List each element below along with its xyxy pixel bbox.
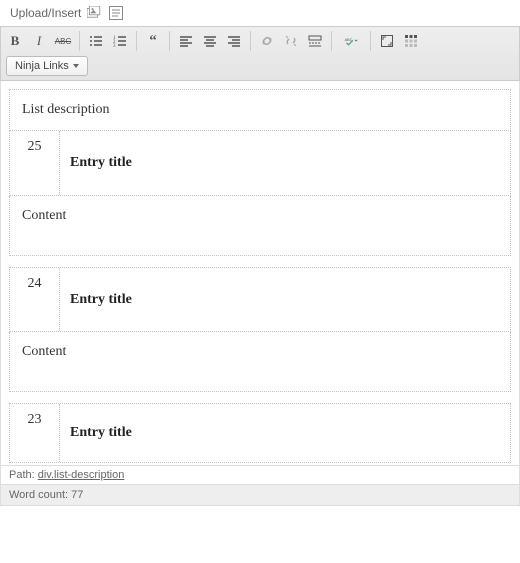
unlink-button[interactable] — [280, 30, 302, 52]
entry-number: 24 — [10, 268, 60, 331]
separator — [250, 31, 251, 51]
entry-title: Entry title — [60, 268, 510, 331]
path-bar: Path: div.list-description — [0, 465, 520, 484]
blockquote-button[interactable]: “ — [142, 30, 164, 52]
bold-button[interactable]: B — [4, 30, 26, 52]
toolbar-row-1: B I ABC 123 “ ABC — [4, 30, 516, 52]
link-button[interactable] — [256, 30, 278, 52]
list-description-text: List description — [22, 102, 110, 117]
kitchensink-button[interactable] — [400, 30, 422, 52]
content-box[interactable]: Content — [9, 332, 511, 392]
align-center-button[interactable] — [199, 30, 221, 52]
upload-insert-row: Upload/Insert — [0, 0, 520, 26]
ninja-links-dropdown[interactable]: Ninja Links — [6, 56, 88, 76]
ninja-links-label: Ninja Links — [15, 60, 69, 72]
entry-number: 25 — [10, 131, 60, 195]
path-value[interactable]: div.list-description — [38, 469, 125, 481]
word-count-bar: Word count: 77 — [0, 484, 520, 506]
chevron-down-icon — [73, 64, 79, 68]
entry-title: Entry title — [60, 131, 510, 195]
fullscreen-button[interactable] — [376, 30, 398, 52]
upload-insert-label: Upload/Insert — [10, 6, 81, 20]
list-description-box[interactable]: List description — [9, 89, 511, 131]
align-right-button[interactable] — [223, 30, 245, 52]
content-label: Content — [22, 344, 66, 359]
toolbar-row-2: Ninja Links — [4, 54, 516, 77]
entry-row[interactable]: 25 Entry title — [9, 131, 511, 196]
path-prefix: Path: — [9, 469, 38, 481]
word-count-value: 77 — [71, 489, 83, 501]
word-count-prefix: Word count: — [9, 489, 71, 501]
entry-row[interactable]: 24 Entry title — [9, 267, 511, 332]
strike-button[interactable]: ABC — [52, 30, 74, 52]
separator — [79, 31, 80, 51]
spellcheck-button[interactable]: ABC — [337, 30, 365, 52]
text-icon[interactable] — [109, 6, 123, 20]
align-left-button[interactable] — [175, 30, 197, 52]
entry-number: 23 — [10, 404, 60, 462]
separator — [169, 31, 170, 51]
entry-row[interactable]: 23 Entry title — [9, 403, 511, 463]
separator — [331, 31, 332, 51]
separator — [370, 31, 371, 51]
editor-content-area[interactable]: List description 25 Entry title Content … — [0, 81, 520, 465]
ol-button[interactable]: 123 — [109, 30, 131, 52]
content-label: Content — [22, 208, 66, 223]
entry-title: Entry title — [60, 404, 510, 462]
svg-text:3: 3 — [113, 44, 116, 48]
separator — [136, 31, 137, 51]
content-box[interactable]: Content — [9, 196, 511, 256]
more-button[interactable] — [304, 30, 326, 52]
media-icon[interactable] — [87, 6, 103, 20]
italic-button[interactable]: I — [28, 30, 50, 52]
ul-button[interactable] — [85, 30, 107, 52]
editor-toolbar: B I ABC 123 “ ABC Ninja Links — [0, 26, 520, 81]
